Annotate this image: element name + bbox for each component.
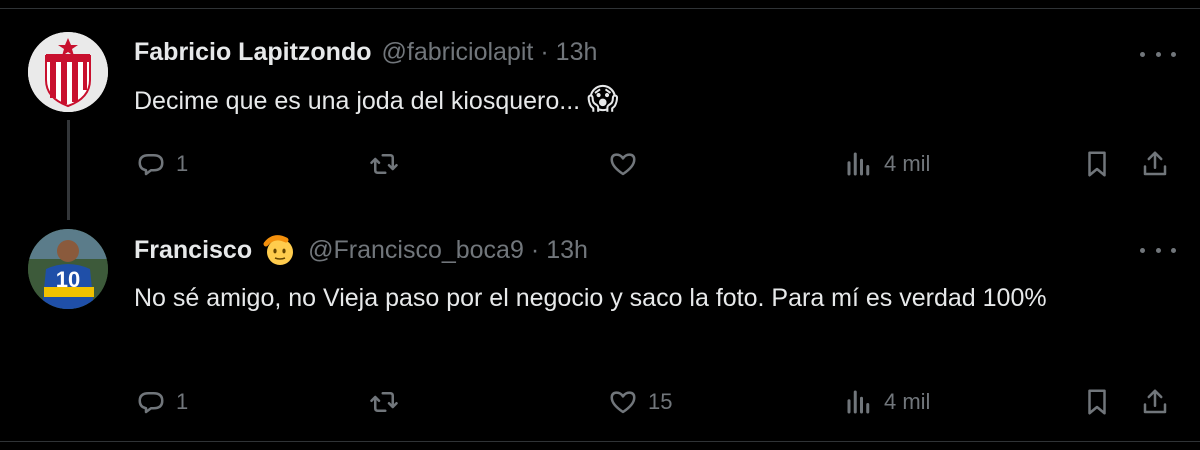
tweet-actions: 1 4 mil [0, 144, 1200, 184]
views-button[interactable]: 4 mil [844, 144, 930, 184]
view-count: 4 mil [884, 151, 931, 176]
tweet-header: Fabricio Lapitzondo @fabriciolapit · 13h [134, 38, 597, 67]
separator-dot: · [530, 235, 540, 264]
timestamp[interactable]: 13h [556, 38, 598, 67]
scream-emoji: 😱 [587, 83, 619, 116]
retweet-button[interactable] [369, 144, 409, 184]
more-options-icon[interactable] [1140, 44, 1176, 64]
more-options-icon[interactable] [1140, 240, 1176, 260]
analytics-bar-icon [847, 390, 870, 414]
tweet-text: Decime que es una joda del kiosquero... … [134, 82, 1154, 119]
avatar[interactable] [28, 32, 108, 112]
retweet-icon [370, 392, 398, 412]
reply-button[interactable]: 1 [136, 382, 188, 422]
reply-icon [138, 154, 164, 176]
heart-icon [610, 391, 636, 414]
bookmark-icon [1088, 389, 1106, 415]
top-border [0, 0, 1200, 9]
user-handle[interactable]: @Francisco_boca9 [308, 236, 524, 265]
timestamp[interactable]: 13h [546, 236, 588, 265]
heart-icon [610, 153, 636, 176]
tweet-header: Francisco @Francisco_boca9 · 13h [134, 232, 588, 268]
share-icon [1143, 151, 1167, 176]
reply-button[interactable]: 1 [136, 144, 188, 184]
share-icon [1143, 389, 1167, 414]
share-button[interactable] [1140, 144, 1170, 184]
display-name[interactable]: Fabricio Lapitzondo [134, 38, 372, 67]
svg-text:10: 10 [56, 267, 80, 292]
view-count: 4 mil [884, 389, 931, 414]
retweet-icon [370, 154, 398, 174]
tweet-text-content: Decime que es una joda del kiosquero... [134, 87, 581, 115]
reply-count: 1 [176, 389, 189, 414]
like-button[interactable] [608, 144, 648, 184]
estudiantes-crest-avatar-icon [28, 32, 108, 112]
user-handle[interactable]: @fabriciolapit [382, 38, 534, 67]
salute-emoji-icon [262, 232, 298, 268]
tweet-text: No sé amigo, no Vieja paso por el negoci… [134, 284, 1047, 312]
bookmark-button[interactable] [1082, 382, 1112, 422]
reply-icon [138, 392, 164, 414]
reply-count: 1 [176, 151, 189, 176]
avatar[interactable]: 10 [28, 229, 108, 309]
bookmark-icon [1088, 151, 1106, 177]
separator-dot: · [540, 38, 549, 66]
bookmark-button[interactable] [1082, 144, 1112, 184]
tweet-actions: 1 15 4 mil [0, 382, 1200, 422]
views-button[interactable]: 4 mil [844, 382, 930, 422]
share-button[interactable] [1140, 382, 1170, 422]
soccer-player-avatar-icon: 10 [28, 229, 108, 309]
display-name[interactable]: Francisco [134, 236, 252, 265]
retweet-button[interactable] [369, 382, 409, 422]
like-count: 15 [648, 389, 673, 414]
analytics-bar-icon [847, 152, 870, 176]
like-button[interactable]: 15 [608, 382, 672, 422]
